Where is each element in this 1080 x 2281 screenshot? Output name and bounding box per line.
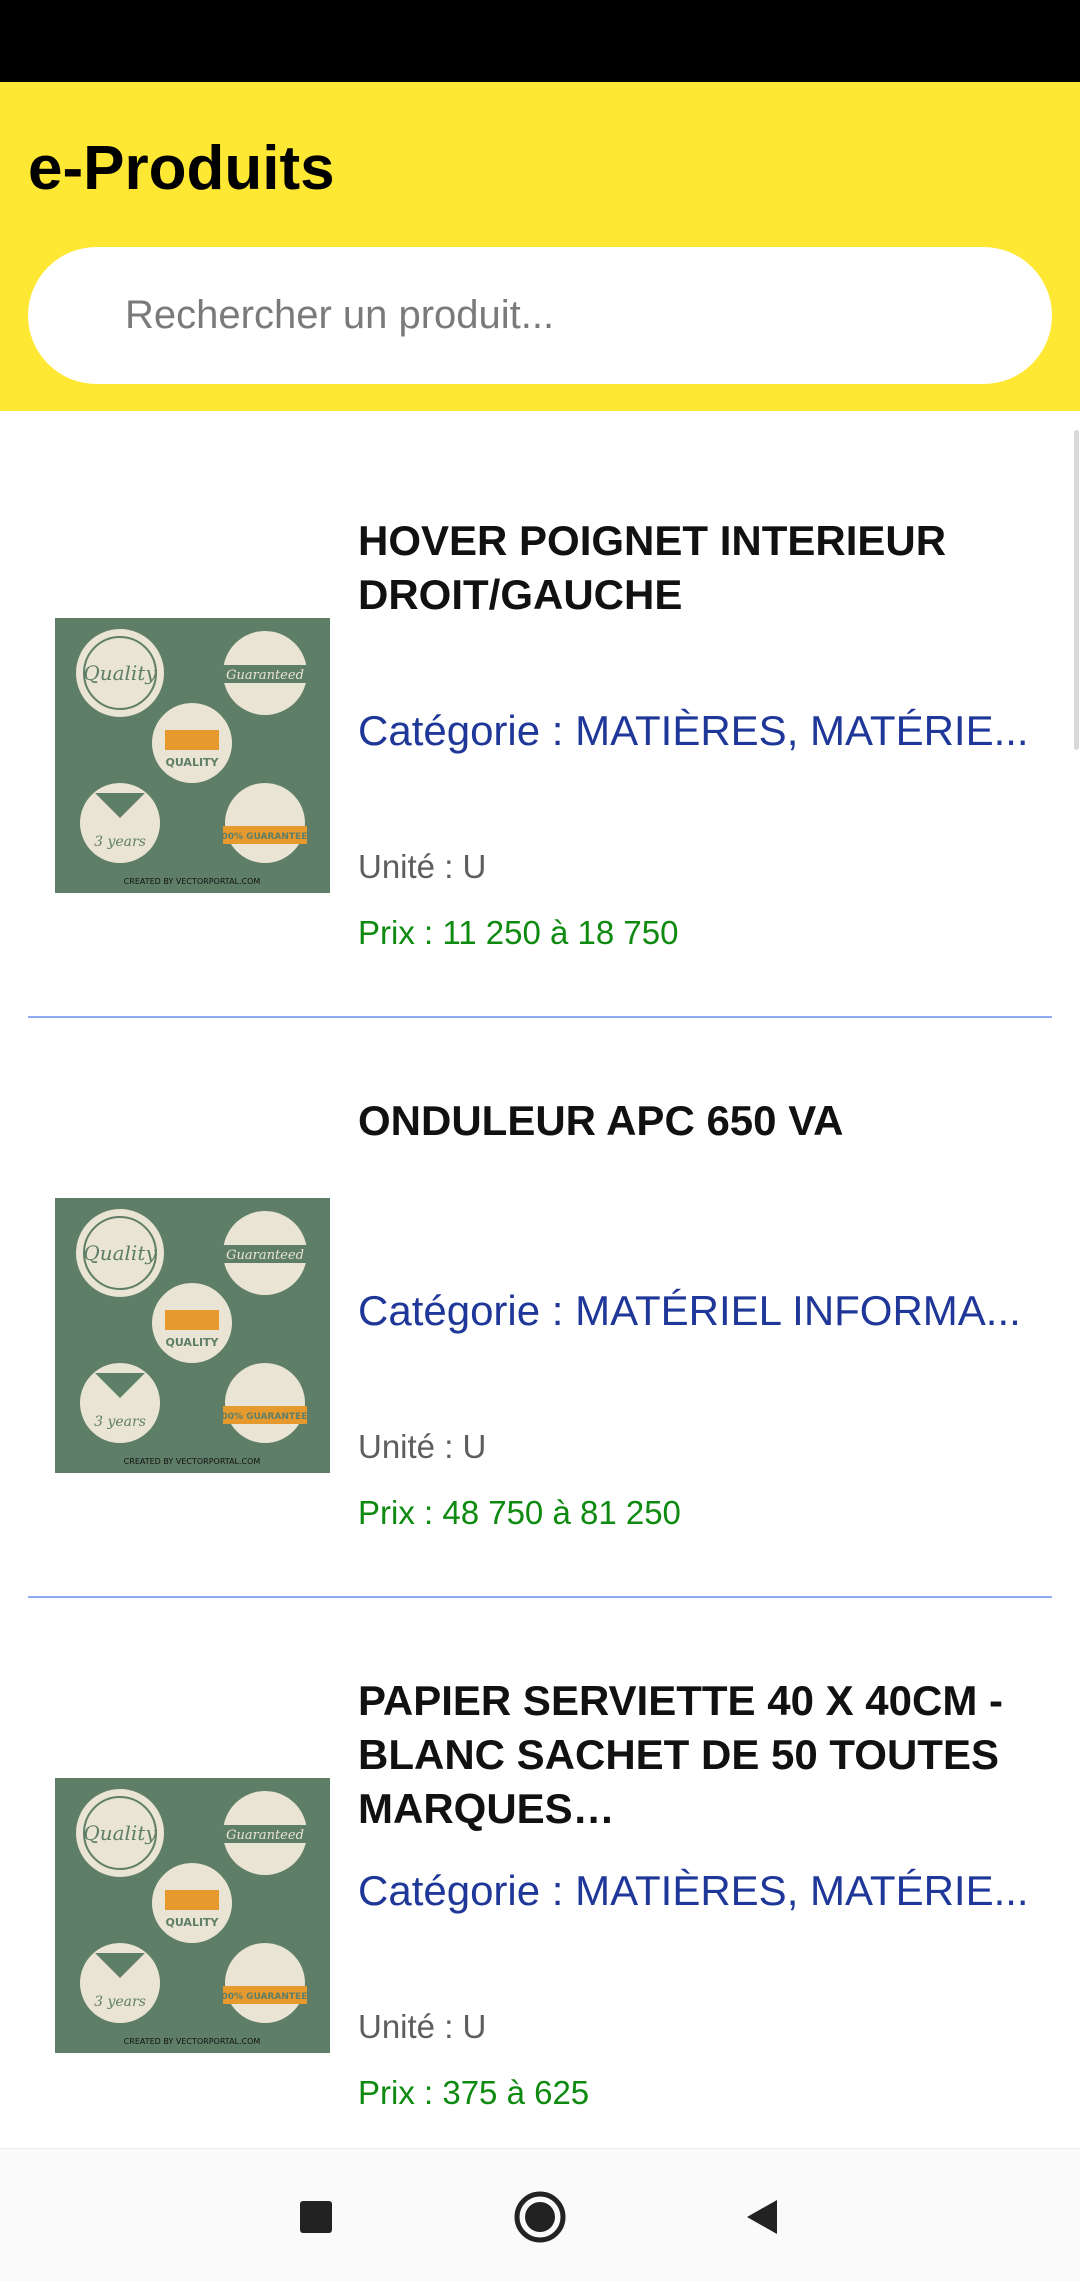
search-input[interactable] <box>123 292 1052 339</box>
svg-text:3 years: 3 years <box>94 1994 146 2010</box>
svg-text:Quality: Quality <box>83 1241 157 1265</box>
product-unit: Unité : U <box>358 848 487 885</box>
svg-text:3 years: 3 years <box>94 834 146 850</box>
product-image: Quality Guaranteed QUALITY 3 years 100% … <box>55 1778 330 2053</box>
circle-home-icon[interactable] <box>512 2189 568 2245</box>
system-nav-bar <box>0 2148 1080 2281</box>
svg-text:100% GUARANTEED: 100% GUARANTEED <box>215 832 315 842</box>
product-category: Catégorie : MATÉRIEL INFORMA... <box>358 1287 1021 1334</box>
square-recents-icon[interactable] <box>288 2189 344 2245</box>
svg-text:Quality: Quality <box>83 1821 157 1845</box>
product-title: HOVER POIGNET INTERIEUR DROIT/GAUCHE <box>358 517 947 618</box>
product-price: Prix : 375 à 625 <box>358 2074 590 2111</box>
svg-text:Guaranteed: Guaranteed <box>226 1248 304 1263</box>
svg-text:3 years: 3 years <box>94 1414 146 1430</box>
svg-text:Quality: Quality <box>83 661 157 685</box>
svg-text:CREATED BY VECTORPORTAL.COM: CREATED BY VECTORPORTAL.COM <box>124 2037 261 2046</box>
divider <box>28 1016 1052 1018</box>
page-title: e-Produits <box>28 134 335 203</box>
svg-text:100% GUARANTEED: 100% GUARANTEED <box>215 1992 315 2002</box>
search-bar[interactable] <box>28 247 1052 384</box>
scrollbar[interactable] <box>1074 430 1079 750</box>
product-price: Prix : 11 250 à 18 750 <box>358 914 679 951</box>
svg-text:100% GUARANTEED: 100% GUARANTEED <box>215 1412 315 1422</box>
svg-text:QUALITY: QUALITY <box>165 1916 219 1929</box>
svg-text:QUALITY: QUALITY <box>165 1336 219 1349</box>
divider <box>28 1596 1052 1598</box>
triangle-back-icon[interactable] <box>735 2189 791 2245</box>
svg-text:Guaranteed: Guaranteed <box>226 668 304 683</box>
svg-text:QUALITY: QUALITY <box>165 756 219 769</box>
product-title: ONDULEUR APC 650 VA <box>358 1097 844 1144</box>
product-price: Prix : 48 750 à 81 250 <box>358 1494 681 1531</box>
product-category: Catégorie : MATIÈRES, MATÉRIE... <box>358 1867 1029 1914</box>
product-category: Catégorie : MATIÈRES, MATÉRIE... <box>358 707 1029 754</box>
product-image: Quality Guaranteed QUALITY 3 years 100% … <box>55 1198 330 1473</box>
product-unit: Unité : U <box>358 2008 487 2045</box>
app-header: e-Produits <box>0 82 1080 411</box>
product-image: Quality Guaranteed QUALITY 3 years 100% … <box>55 618 330 893</box>
product-unit: Unité : U <box>358 1428 487 1465</box>
svg-text:Guaranteed: Guaranteed <box>226 1828 304 1843</box>
product-title: PAPIER SERVIETTE 40 X 40CM - BLANC SACHE… <box>358 1677 1003 1832</box>
status-bar <box>0 0 1080 82</box>
svg-text:CREATED BY VECTORPORTAL.COM: CREATED BY VECTORPORTAL.COM <box>124 1457 261 1466</box>
svg-text:CREATED BY VECTORPORTAL.COM: CREATED BY VECTORPORTAL.COM <box>124 877 261 886</box>
